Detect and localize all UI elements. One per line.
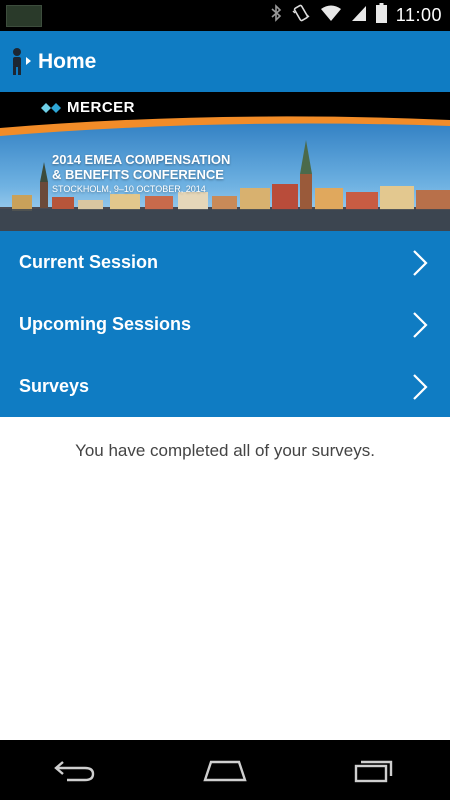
bluetooth-icon [270, 4, 282, 27]
chevron-right-icon [413, 250, 428, 276]
notification-thumbnail-icon [6, 5, 42, 27]
back-icon [54, 761, 95, 782]
battery-icon [375, 3, 387, 28]
chevron-right-icon [413, 374, 428, 400]
mercer-logo: MERCER [40, 99, 135, 116]
conference-banner: MERCER 2014 EMEA COMPENSATION & BENEFITS… [0, 92, 450, 231]
app-up-icon[interactable] [10, 47, 34, 77]
main-content: You have completed all of your surveys. [0, 417, 450, 740]
status-icons: 11:00 [270, 0, 442, 31]
home-icon [203, 760, 247, 782]
page-title: Home [38, 49, 97, 73]
recent-apps-icon [354, 760, 393, 783]
surveys-status-message: You have completed all of your surveys. [75, 441, 375, 460]
conference-subtitle: STOCKHOLM, 9–10 OCTOBER, 2014 [52, 184, 206, 194]
mercer-logo-text: MERCER [67, 99, 136, 116]
vibrate-icon [291, 3, 311, 28]
navigation-bar [0, 740, 450, 800]
menu-item-surveys[interactable]: Surveys [0, 355, 450, 417]
action-bar: Home [0, 31, 450, 92]
mercer-logo-icon [41, 102, 61, 113]
recent-apps-button[interactable] [340, 750, 410, 790]
home-menu: Current Session Upcoming Sessions Survey… [0, 231, 450, 417]
clock: 11:00 [395, 5, 442, 25]
conference-title: 2014 EMEA COMPENSATION & BENEFITS CONFER… [52, 152, 230, 182]
menu-item-label: Upcoming Sessions [19, 313, 192, 334]
conference-title-line-2: & BENEFITS CONFERENCE [52, 167, 224, 182]
conference-title-line-1: 2014 EMEA COMPENSATION [52, 152, 231, 167]
menu-item-label: Surveys [19, 375, 90, 396]
menu-item-upcoming-sessions[interactable]: Upcoming Sessions [0, 293, 450, 355]
menu-item-label: Current Session [19, 251, 159, 272]
home-button[interactable] [190, 750, 260, 790]
status-bar: 11:00 [0, 0, 450, 31]
chevron-right-icon [413, 312, 428, 338]
wifi-icon [320, 4, 342, 27]
signal-icon [351, 4, 367, 27]
back-button[interactable] [40, 750, 110, 790]
menu-item-current-session[interactable]: Current Session [0, 231, 450, 293]
